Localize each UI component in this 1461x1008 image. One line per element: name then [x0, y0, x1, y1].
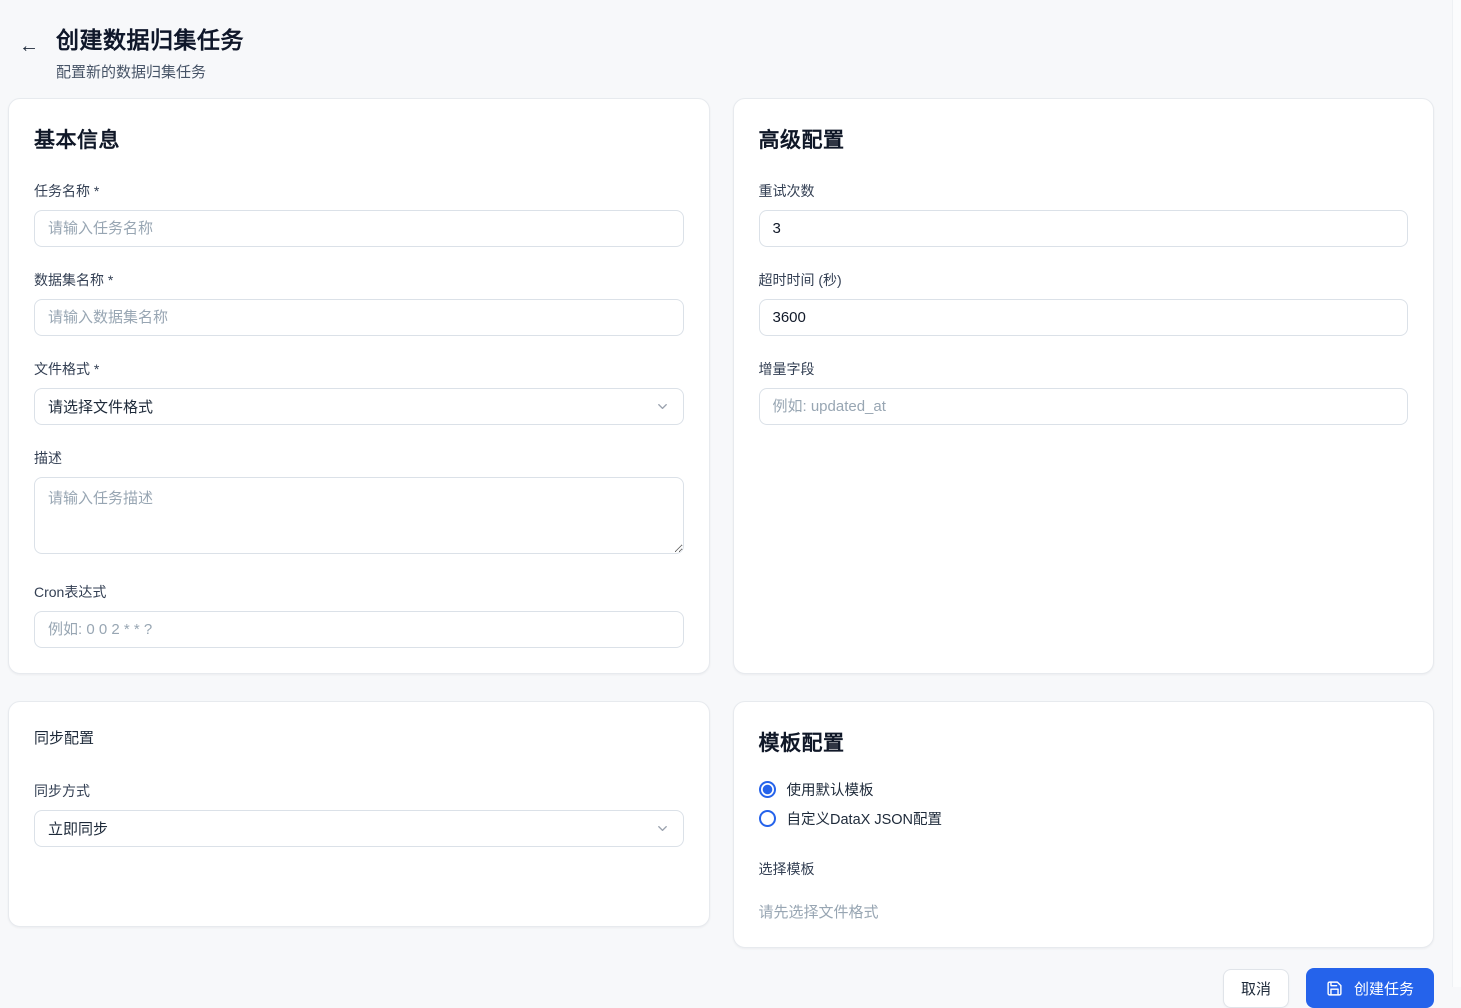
retry-input[interactable] — [759, 210, 1409, 247]
sync-mode-select-value: 立即同步 — [48, 818, 108, 839]
template-option-default[interactable]: 使用默认模板 — [759, 779, 1409, 800]
cron-input[interactable] — [34, 611, 684, 648]
file-format-label: 文件格式 * — [34, 359, 684, 379]
description-field-group: 描述 — [34, 448, 684, 559]
timeout-input[interactable] — [759, 299, 1409, 336]
advanced-config-title: 高级配置 — [759, 124, 1409, 154]
cron-label: Cron表达式 — [34, 582, 684, 602]
template-config-title: 模板配置 — [759, 727, 1409, 757]
advanced-config-card: 高级配置 重试次数 超时时间 (秒) 增量字段 — [733, 98, 1435, 674]
template-default-radio-label: 使用默认模板 — [787, 779, 874, 800]
back-arrow-icon: ← — [19, 35, 39, 57]
basic-info-title: 基本信息 — [34, 124, 684, 154]
task-name-input[interactable] — [34, 210, 684, 247]
sync-mode-field-group: 同步方式 立即同步 — [34, 781, 684, 847]
description-textarea[interactable] — [34, 477, 684, 554]
basic-info-card: 基本信息 任务名称 * 数据集名称 * 文件格式 * 请选择文件格式 — [8, 98, 710, 674]
dataset-name-input[interactable] — [34, 299, 684, 336]
incremental-field-group: 增量字段 — [759, 359, 1409, 425]
page-subtitle: 配置新的数据归集任务 — [56, 61, 244, 82]
incremental-field-label: 增量字段 — [759, 359, 1409, 379]
task-name-field-group: 任务名称 * — [34, 181, 684, 247]
timeout-label: 超时时间 (秒) — [759, 270, 1409, 290]
file-format-field-group: 文件格式 * 请选择文件格式 — [34, 359, 684, 425]
back-button[interactable]: ← — [15, 30, 43, 62]
description-label: 描述 — [34, 448, 684, 468]
create-task-button-label: 创建任务 — [1354, 978, 1414, 999]
page-title: 创建数据归集任务 — [56, 21, 244, 55]
retry-field-group: 重试次数 — [759, 181, 1409, 247]
chevron-down-icon — [655, 821, 670, 836]
retry-label: 重试次数 — [759, 181, 1409, 201]
template-select-hint: 请先选择文件格式 — [759, 901, 1409, 922]
template-config-card: 模板配置 使用默认模板 自定义DataX JSON配置 选择模板 请先选择文件格… — [733, 701, 1435, 948]
page-scrollbar[interactable] — [1452, 0, 1461, 987]
template-default-radio[interactable] — [759, 781, 776, 798]
file-format-select-value: 请选择文件格式 — [48, 396, 153, 417]
sync-config-card: 同步配置 同步方式 立即同步 — [8, 701, 710, 927]
template-option-custom[interactable]: 自定义DataX JSON配置 — [759, 808, 1409, 829]
create-task-button[interactable]: 创建任务 — [1306, 968, 1434, 1008]
template-custom-radio[interactable] — [759, 810, 776, 827]
dataset-name-field-group: 数据集名称 * — [34, 270, 684, 336]
save-icon — [1326, 980, 1343, 997]
file-format-select[interactable]: 请选择文件格式 — [34, 388, 684, 425]
cron-field-group: Cron表达式 — [34, 582, 684, 648]
page-header: ← 创建数据归集任务 配置新的数据归集任务 — [0, 0, 1461, 98]
timeout-field-group: 超时时间 (秒) — [759, 270, 1409, 336]
sync-config-title: 同步配置 — [34, 727, 684, 748]
task-name-label: 任务名称 * — [34, 181, 684, 201]
footer-actions: 取消 创建任务 — [8, 968, 1434, 1008]
incremental-field-input[interactable] — [759, 388, 1409, 425]
dataset-name-label: 数据集名称 * — [34, 270, 684, 290]
template-select-label: 选择模板 — [759, 859, 1409, 879]
chevron-down-icon — [655, 399, 670, 414]
sync-mode-label: 同步方式 — [34, 781, 684, 801]
template-custom-radio-label: 自定义DataX JSON配置 — [787, 808, 943, 829]
cancel-button[interactable]: 取消 — [1223, 969, 1289, 1008]
sync-mode-select[interactable]: 立即同步 — [34, 810, 684, 847]
